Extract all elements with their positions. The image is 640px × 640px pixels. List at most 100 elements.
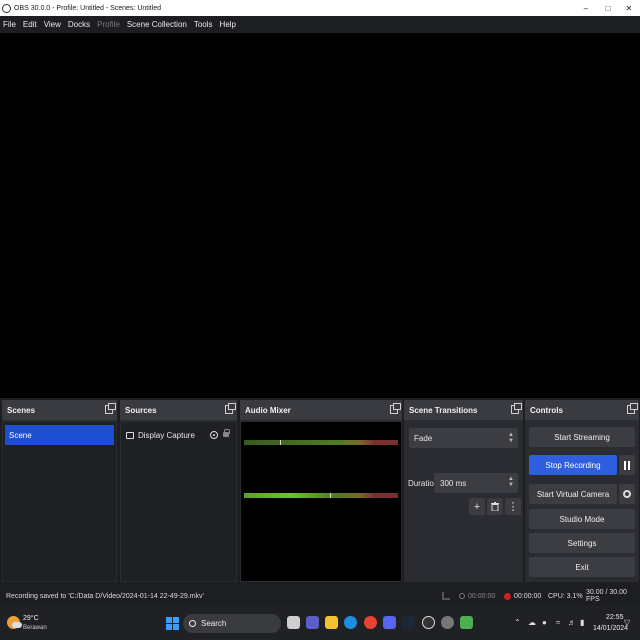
teams-icon[interactable] xyxy=(306,616,319,629)
minimize-button[interactable]: – xyxy=(575,0,597,16)
search-icon xyxy=(189,620,196,627)
wifi-icon[interactable]: ≈ xyxy=(556,618,560,627)
status-bar: Recording saved to 'C:/Data D/Video/2024… xyxy=(0,586,640,606)
transition-select[interactable]: Fade ▲ ▼ xyxy=(409,428,518,448)
menu-profile[interactable]: Profile xyxy=(97,20,120,29)
stop-recording-button[interactable]: Stop Recording xyxy=(529,455,617,475)
lock-icon[interactable] xyxy=(223,429,230,437)
visibility-icon[interactable] xyxy=(210,431,218,439)
obs-logo-icon xyxy=(2,3,11,13)
audio-mixer-dock: Audio Mixer xyxy=(240,400,402,582)
obs-taskbar-icon[interactable] xyxy=(422,616,435,629)
sources-list: Display Capture xyxy=(121,422,236,581)
maximize-button[interactable]: □ xyxy=(597,0,619,16)
taskbar-search[interactable]: Search xyxy=(183,614,281,633)
scenes-list: Scene xyxy=(3,422,116,581)
audio-mixer-title: Audio Mixer xyxy=(245,405,291,415)
weather-temperature[interactable]: 29°C xyxy=(23,615,39,622)
scenes-dock: Scenes Scene xyxy=(2,400,117,582)
menu-tools[interactable]: Tools xyxy=(194,20,213,29)
studio-mode-button[interactable]: Studio Mode xyxy=(529,509,635,529)
close-button[interactable]: ✕ xyxy=(618,0,640,16)
discord-icon[interactable] xyxy=(383,616,396,629)
menu-bar: File Edit View Docks Profile Scene Colle… xyxy=(0,16,640,33)
settings-app-icon[interactable] xyxy=(441,616,454,629)
menu-edit[interactable]: Edit xyxy=(23,20,37,29)
undock-icon[interactable] xyxy=(511,403,522,414)
file-explorer-icon[interactable] xyxy=(325,616,338,629)
menu-scene-collection[interactable]: Scene Collection xyxy=(127,20,187,29)
undock-icon[interactable] xyxy=(390,403,401,414)
fps-readout: 30.00 / 30.00 FPS xyxy=(586,589,627,603)
gear-icon xyxy=(623,490,631,498)
spin-chevron-icon[interactable]: ▲ ▼ xyxy=(508,476,514,488)
transition-value: Fade xyxy=(414,433,433,443)
scenes-title: Scenes xyxy=(7,405,36,415)
menu-help[interactable]: Help xyxy=(220,20,236,29)
display-capture-icon xyxy=(126,431,134,439)
onedrive-icon[interactable]: ☁ xyxy=(528,618,536,627)
start-virtual-camera-button[interactable]: Start Virtual Camera xyxy=(529,484,617,504)
title-bar: OBS 30.0.0 - Profile: Untitled - Scenes:… xyxy=(0,0,640,16)
preview-canvas[interactable] xyxy=(0,33,640,398)
recording-time: 00:00:00 xyxy=(514,592,542,600)
undock-icon[interactable] xyxy=(225,403,236,414)
duration-value: 300 ms xyxy=(440,478,467,488)
app-icon[interactable] xyxy=(460,616,473,629)
pause-recording-button[interactable] xyxy=(619,455,635,475)
menu-docks[interactable]: Docks xyxy=(68,20,90,29)
microphone-icon[interactable]: ● xyxy=(542,618,547,627)
menu-file[interactable]: File xyxy=(3,20,16,29)
stream-status-icon xyxy=(459,593,465,599)
audio-mixer-dock-header: Audio Mixer xyxy=(240,400,402,420)
window-title: OBS 30.0.0 - Profile: Untitled - Scenes:… xyxy=(14,4,162,12)
remove-transition-button[interactable] xyxy=(487,498,503,515)
start-button[interactable] xyxy=(166,617,179,630)
windows-taskbar: 29°C Berawan Search ⌃ ☁ ● ≈ ♬ ▮ 22:55 14… xyxy=(0,606,640,640)
meter-peak-tick xyxy=(280,440,281,445)
undock-icon[interactable] xyxy=(105,403,116,414)
transitions-title: Scene Transitions xyxy=(409,405,478,415)
transitions-dock: Scene Transitions Fade ▲ ▼ Duration 300 m… xyxy=(404,400,523,582)
controls-dock-header: Controls xyxy=(525,400,639,420)
scene-item[interactable]: Scene xyxy=(5,425,114,445)
volume-icon[interactable]: ♬ xyxy=(568,618,576,627)
recording-icon xyxy=(504,592,511,600)
scenes-dock-header: Scenes xyxy=(2,400,117,420)
steam-icon[interactable] xyxy=(402,616,415,629)
signal-icon xyxy=(442,592,450,600)
weather-icon[interactable] xyxy=(7,616,22,629)
sources-dock-header: Sources xyxy=(120,400,237,420)
search-placeholder: Search xyxy=(201,619,227,628)
meter-peak-tick xyxy=(330,493,331,498)
source-label: Display Capture xyxy=(138,430,195,440)
transition-properties-button[interactable]: ⋮ xyxy=(505,498,521,515)
clock-date[interactable]: 14/01/2024 xyxy=(593,625,628,632)
clock-time[interactable]: 22:55 xyxy=(606,614,624,621)
virtual-camera-settings-button[interactable] xyxy=(619,484,635,504)
stream-time: 00:00:00 xyxy=(468,592,496,600)
controls-title: Controls xyxy=(530,405,563,415)
duration-spinbox[interactable]: 300 ms ▲ ▼ xyxy=(434,473,518,493)
undock-icon[interactable] xyxy=(627,403,638,414)
exit-button[interactable]: Exit xyxy=(529,557,635,577)
source-item[interactable]: Display Capture xyxy=(123,425,234,445)
pause-icon xyxy=(624,460,630,470)
audio-mixer-body xyxy=(241,422,401,581)
settings-button[interactable]: Settings xyxy=(529,533,635,553)
show-hidden-icons[interactable]: ⌃ xyxy=(514,618,521,627)
battery-icon[interactable]: ▮ xyxy=(580,618,584,627)
trash-icon xyxy=(491,502,499,511)
task-view-icon[interactable] xyxy=(287,616,300,629)
start-streaming-button[interactable]: Start Streaming xyxy=(529,427,635,447)
cpu-usage: CPU: 3.1% xyxy=(548,592,583,600)
edge-icon[interactable] xyxy=(344,616,357,629)
notification-bell-icon[interactable]: ▽ xyxy=(624,618,630,627)
add-transition-button[interactable]: + xyxy=(469,498,485,515)
audio-meter xyxy=(244,440,398,445)
chrome-icon[interactable] xyxy=(364,616,377,629)
network-signal xyxy=(442,586,450,606)
weather-condition[interactable]: Berawan xyxy=(23,625,47,631)
select-chevron-icon: ▲ ▼ xyxy=(508,432,514,444)
menu-view[interactable]: View xyxy=(44,20,61,29)
